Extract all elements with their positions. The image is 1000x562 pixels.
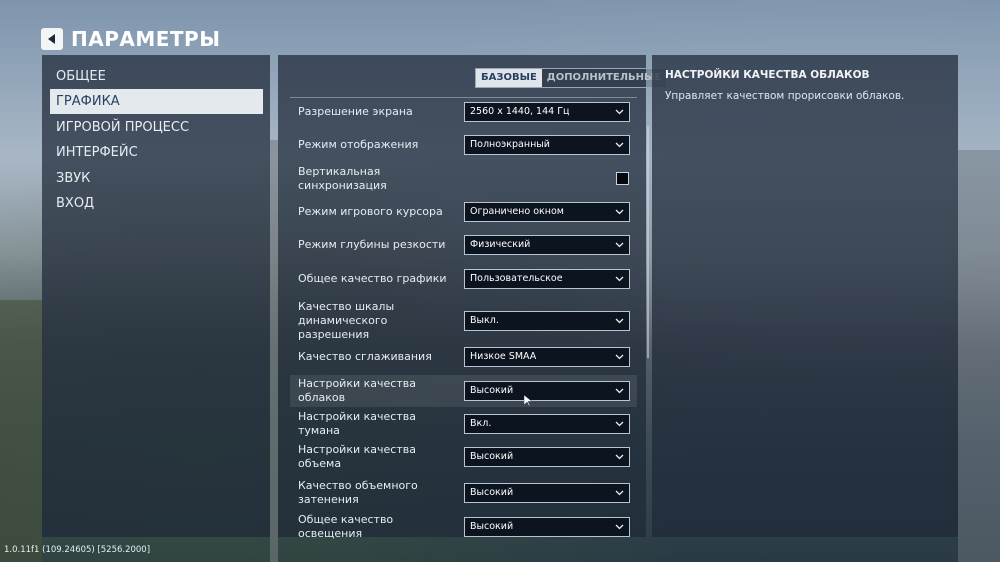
chevron-down-icon [615, 142, 624, 148]
mouse-cursor-icon [524, 395, 533, 407]
setting-dropdown[interactable]: Высокий [464, 517, 630, 537]
scrollbar[interactable] [647, 126, 649, 358]
chevron-down-icon [615, 276, 624, 282]
sidebar-item-audio[interactable]: ЗВУК [50, 166, 263, 191]
sidebar-item-input[interactable]: ВХОД [50, 191, 263, 216]
chevron-down-icon [615, 209, 624, 215]
chevron-down-icon [615, 318, 624, 324]
setting-row[interactable]: Режим игрового курсора Ограничено окном [290, 196, 637, 228]
setting-dropdown[interactable]: Вкл. [464, 414, 630, 434]
setting-row[interactable]: Режим глубины резкости Физический [290, 229, 637, 261]
setting-dropdown[interactable]: Физический [464, 235, 630, 255]
setting-label: Качество объемного затенения [298, 479, 418, 506]
arrow-left-icon [48, 34, 55, 44]
chevron-down-icon [615, 354, 624, 360]
chevron-down-icon [615, 454, 624, 460]
sidebar-item-gameplay[interactable]: ИГРОВОЙ ПРОЦЕСС [50, 115, 263, 140]
settings-panel: БАЗОВЫЕ ДОПОЛНИТЕЛЬНЫЕ Разрешение экрана… [278, 55, 668, 540]
setting-label: Режим отображения [298, 138, 419, 151]
setting-label: Разрешение экрана [298, 105, 413, 118]
info-title: НАСТРОЙКИ КАЧЕСТВА ОБЛАКОВ [665, 69, 870, 81]
dropdown-value: Ограничено окном [470, 206, 564, 217]
chevron-down-icon [615, 524, 624, 530]
setting-label: Настройки качества объема [298, 443, 416, 470]
version-label: 1.0.11f1 (109.24605) [5256.2000] [4, 545, 151, 555]
dropdown-value: Пользовательское [470, 273, 563, 284]
setting-dropdown[interactable]: Высокий [464, 483, 630, 503]
setting-dropdown[interactable]: Высокий [464, 447, 630, 467]
setting-label: Режим игрового курсора [298, 205, 443, 218]
setting-dropdown[interactable]: Ограничено окном [464, 202, 630, 222]
setting-row[interactable]: Настройки качества облаков Высокий [290, 375, 637, 407]
setting-dropdown[interactable]: Низкое SMAA [464, 347, 630, 367]
info-panel: НАСТРОЙКИ КАЧЕСТВА ОБЛАКОВ Управляет кач… [652, 55, 958, 537]
dropdown-value: Высокий [470, 487, 514, 498]
chevron-down-icon [615, 421, 624, 427]
setting-row[interactable]: Настройки качества объема Высокий [290, 441, 637, 473]
dropdown-value: Физический [470, 239, 531, 250]
setting-label: Настройки качества облаков [298, 377, 416, 404]
setting-dropdown[interactable]: Выкл. [464, 311, 630, 331]
setting-row[interactable]: Качество сглаживания Низкое SMAA [290, 341, 637, 373]
info-description: Управляет качеством прорисовки облаков. [665, 90, 905, 102]
settings-sidebar: ОБЩЕЕ ГРАФИКА ИГРОВОЙ ПРОЦЕСС ИНТЕРФЕЙС … [42, 55, 270, 537]
setting-dropdown[interactable]: Высокий [464, 381, 630, 401]
setting-row[interactable]: Разрешение экрана 2560 x 1440, 144 Гц [290, 96, 637, 128]
page-title: ПАРАМЕТРЫ [71, 27, 221, 51]
chevron-down-icon [615, 388, 624, 394]
setting-label: Качество шкалы динамического разрешения [298, 300, 395, 341]
setting-label: Вертикальная синхронизация [298, 165, 387, 192]
setting-label: Режим глубины резкости [298, 238, 446, 251]
dropdown-value: 2560 x 1440, 144 Гц [470, 106, 570, 117]
dropdown-value: Низкое SMAA [470, 351, 537, 362]
setting-dropdown[interactable]: Пользовательское [464, 269, 630, 289]
chevron-down-icon [615, 109, 624, 115]
vsync-checkbox[interactable] [616, 172, 629, 185]
setting-row[interactable]: Общее качество графики Пользовательское [290, 263, 637, 295]
setting-label: Общее качество графики [298, 272, 447, 285]
sidebar-item-interface[interactable]: ИНТЕРФЕЙС [50, 140, 263, 165]
dropdown-value: Высокий [470, 451, 514, 462]
tab-basic[interactable]: БАЗОВЫЕ [476, 69, 542, 87]
tab-advanced[interactable]: ДОПОЛНИТЕЛЬНЫЕ [541, 69, 667, 87]
chevron-down-icon [615, 242, 624, 248]
setting-row[interactable]: Вертикальная синхронизация [290, 163, 637, 195]
setting-row[interactable]: Настройки качества тумана Вкл. [290, 408, 637, 440]
back-button[interactable] [41, 28, 63, 50]
setting-label: Настройки качества тумана [298, 410, 416, 437]
setting-row[interactable]: Качество шкалы динамического разрешения В… [290, 300, 637, 341]
setting-label: Общее качество освещения [298, 513, 394, 540]
setting-row[interactable]: Режим отображения Полноэкранный [290, 129, 637, 161]
dropdown-value: Вкл. [470, 418, 492, 429]
page-header: ПАРАМЕТРЫ [41, 26, 220, 52]
sidebar-item-general[interactable]: ОБЩЕЕ [50, 64, 263, 89]
setting-row[interactable]: Качество объемного затенения Высокий [290, 477, 637, 509]
dropdown-value: Высокий [470, 521, 514, 532]
chevron-down-icon [615, 490, 624, 496]
setting-dropdown[interactable]: 2560 x 1440, 144 Гц [464, 102, 630, 122]
dropdown-value: Полноэкранный [470, 139, 550, 150]
setting-dropdown[interactable]: Полноэкранный [464, 135, 630, 155]
dropdown-value: Выкл. [470, 315, 499, 326]
settings-tabs: БАЗОВЫЕ ДОПОЛНИТЕЛЬНЫЕ [475, 68, 668, 88]
setting-row[interactable]: Общее качество освещения Высокий [290, 511, 637, 543]
setting-label: Качество сглаживания [298, 350, 432, 363]
dropdown-value: Высокий [470, 385, 514, 396]
sidebar-item-graphics[interactable]: ГРАФИКА [50, 89, 263, 114]
